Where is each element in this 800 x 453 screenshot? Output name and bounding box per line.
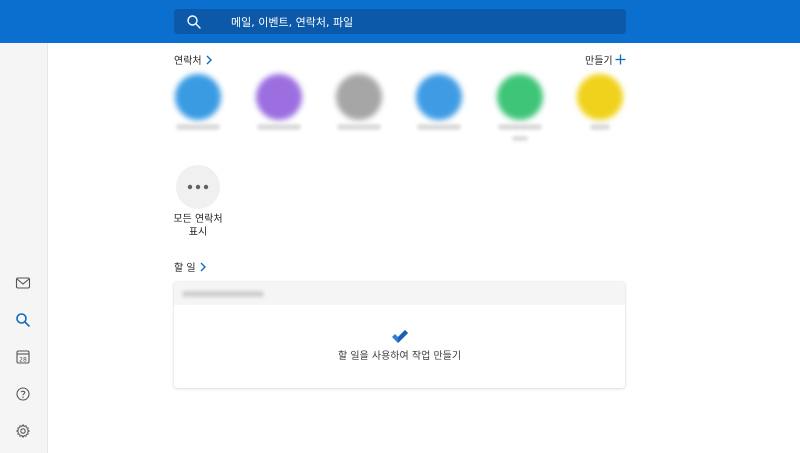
calendar-day: 28	[19, 356, 27, 363]
contact-name-blurred	[512, 136, 528, 141]
todo-title: 할 일	[174, 263, 196, 274]
mail-button[interactable]	[12, 272, 34, 294]
search-placeholder: 메일, 이벤트, 연락처, 파일	[231, 16, 354, 29]
contact-card[interactable]	[329, 74, 389, 146]
settings-icon	[15, 423, 31, 439]
contact-name-blurred	[417, 124, 461, 130]
contact-name-blurred	[590, 124, 610, 130]
contacts-header[interactable]: 연락처	[174, 52, 213, 67]
left-rail: 28	[0, 43, 48, 453]
plus-icon	[615, 54, 626, 65]
help-icon	[16, 387, 30, 401]
create-contact-button[interactable]: 만들기	[585, 52, 626, 67]
avatar	[336, 74, 382, 120]
show-all-contacts-button[interactable]	[176, 165, 220, 209]
search-icon	[16, 313, 30, 327]
contacts-title: 연락처	[174, 56, 202, 67]
todo-header[interactable]: 할 일	[174, 259, 207, 274]
settings-button[interactable]	[12, 420, 34, 442]
calendar-icon: 28	[16, 350, 30, 364]
avatar	[577, 74, 623, 120]
avatar	[256, 74, 302, 120]
contact-name-blurred	[176, 124, 220, 130]
top-bar: 메일, 이벤트, 연락처, 파일	[0, 0, 800, 43]
chevron-right-icon	[206, 55, 212, 64]
contact-card[interactable]	[490, 74, 550, 146]
contact-name-blurred	[498, 124, 542, 130]
contact-card[interactable]	[249, 74, 309, 146]
show-all-line1: 모든 연락처	[173, 214, 223, 225]
create-label: 만들기	[585, 56, 613, 67]
contact-card[interactable]	[168, 74, 228, 146]
contact-name-blurred	[257, 124, 301, 130]
calendar-button[interactable]: 28	[12, 346, 34, 368]
todo-list-name-blurred	[182, 291, 264, 297]
mail-icon	[15, 277, 31, 289]
avatar	[175, 74, 221, 120]
contact-card[interactable]	[409, 74, 469, 146]
contact-name-blurred	[337, 124, 381, 130]
show-all-contacts-label[interactable]: 모든 연락처 표시	[164, 213, 232, 239]
show-all-line2: 표시	[188, 227, 208, 238]
search-nav-button[interactable]	[12, 309, 34, 331]
search-icon	[187, 15, 201, 29]
todo-empty-message: 할 일을 사용하여 작업 만들기	[337, 351, 462, 362]
todo-check-icon	[392, 330, 408, 343]
more-icon	[187, 184, 209, 190]
search-box[interactable]: 메일, 이벤트, 연락처, 파일	[174, 9, 626, 34]
todo-card: 할 일을 사용하여 작업 만들기	[174, 282, 625, 388]
chevron-right-icon	[200, 262, 206, 271]
contact-card[interactable]	[570, 74, 630, 146]
avatar	[497, 74, 543, 120]
help-button[interactable]	[12, 383, 34, 405]
todo-list-header[interactable]	[174, 282, 625, 305]
avatar	[416, 74, 462, 120]
